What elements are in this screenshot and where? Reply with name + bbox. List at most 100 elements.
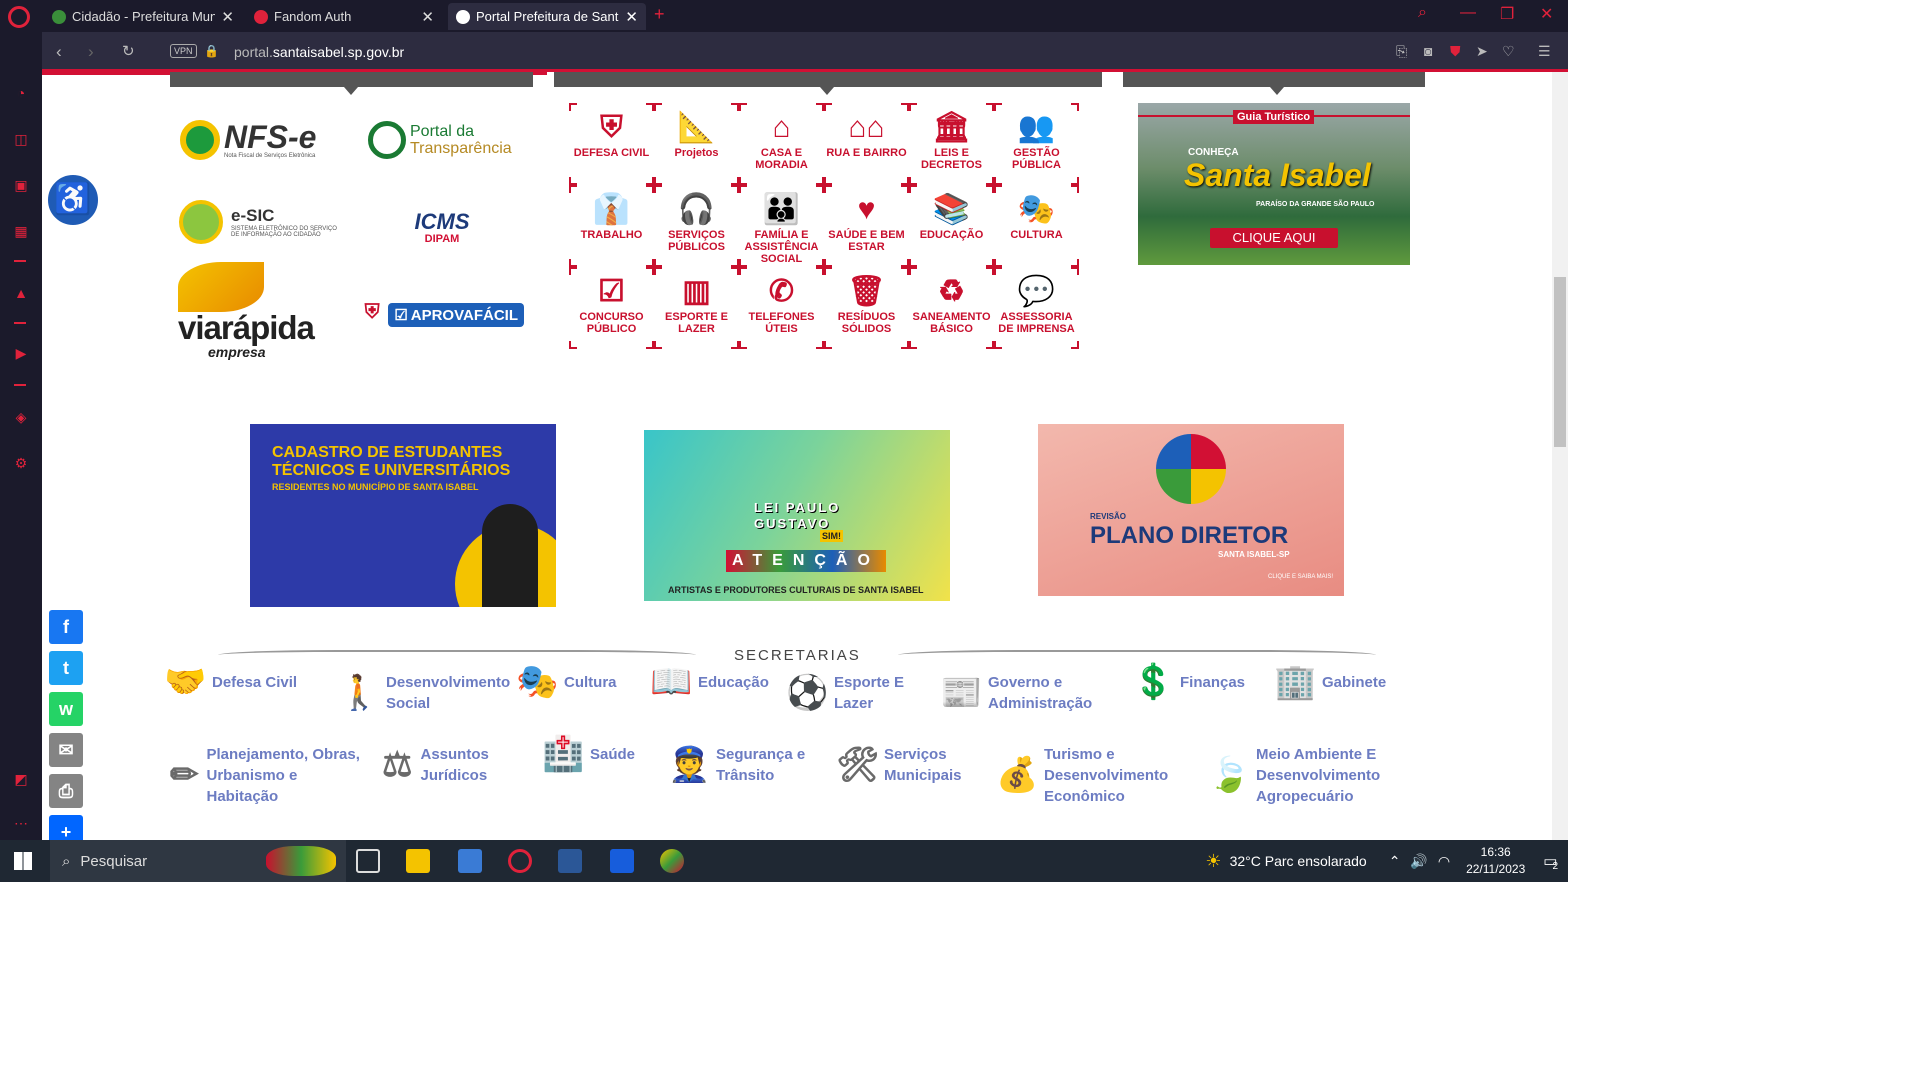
send-icon[interactable]: ➤ (1476, 43, 1488, 60)
chip-icon[interactable]: ▦ (12, 222, 30, 240)
adblock-shield-icon[interactable]: ⛊ (1450, 43, 1461, 60)
bag-icon[interactable]: ◫ (12, 130, 30, 148)
secretaria-item[interactable]: 👮 Segurança e Trânsito (668, 744, 818, 786)
back-icon[interactable]: ‹ (56, 42, 62, 62)
secretaria-item[interactable]: 📰 Governo e Administração (940, 672, 1120, 714)
vpn-badge[interactable]: VPN (170, 44, 197, 58)
secretaria-item[interactable]: 💰 Turismo e Desenvolvimento Econômico (996, 744, 1196, 807)
clock[interactable]: 16:36 22/11/2023 (1466, 844, 1525, 878)
close-window-icon[interactable]: ✕ (1540, 4, 1553, 24)
tiktok-icon[interactable]: ▲ (12, 284, 30, 302)
url-field[interactable]: portal.santaisabel.sp.gov.br (234, 44, 404, 60)
aprova-facil-logo[interactable]: ⛨ ☑ APROVAFÁCIL (362, 300, 524, 330)
more-icon[interactable]: ⋯ (12, 814, 30, 832)
word-icon[interactable] (558, 849, 582, 873)
twitch-icon[interactable]: ▣ (12, 176, 30, 194)
forward-icon[interactable]: › (88, 42, 94, 62)
control-panel-icon[interactable] (458, 849, 482, 873)
opera-logo-icon[interactable] (8, 6, 30, 28)
snapshot-icon[interactable]: ⎘ (1396, 43, 1407, 60)
secretaria-item[interactable]: 🤝 Defesa Civil (164, 663, 304, 701)
service-tile[interactable]: 🏛 LEIS E DECRETOS (909, 103, 994, 185)
easy-setup-icon[interactable]: ☰ (1538, 43, 1551, 60)
tab-fandom-auth[interactable]: Fandom Auth ✕ (246, 3, 442, 30)
service-tile[interactable]: ⌂⌂ RUA E BAIRRO (824, 103, 909, 185)
speaker-icon[interactable]: 🔊 (1410, 853, 1427, 870)
secretaria-item[interactable]: 🚶 Desenvolvimento Social (338, 672, 510, 714)
cube-icon[interactable]: ◈ (12, 408, 30, 426)
search-tabs-icon[interactable]: ⌕ (1418, 4, 1427, 22)
secretaria-item[interactable]: ⚖ Assuntos Jurídicos (382, 744, 522, 786)
secretaria-item[interactable]: ⚽ Esporte E Lazer (786, 672, 926, 714)
weather-text[interactable]: 32°C Parc ensolarado (1230, 853, 1367, 869)
service-tile[interactable]: 👥 GESTÃO PÚBLICA (994, 103, 1079, 185)
service-tile[interactable]: ⌂ CASA E MORADIA (739, 103, 824, 185)
twitter-share-icon[interactable]: t (49, 651, 83, 685)
page-scrollbar[interactable] (1552, 72, 1568, 840)
settings-icon[interactable]: ⚙ (12, 454, 30, 472)
print-share-icon[interactable]: ⎙ (49, 774, 83, 808)
tourism-banner[interactable]: Guia Turístico CONHEÇA Santa Isabel PARA… (1138, 103, 1410, 265)
service-tile[interactable]: 🎧 SERVIÇOS PÚBLICOS (654, 185, 739, 267)
task-view-icon[interactable] (356, 849, 380, 873)
accessibility-icon[interactable]: ♿ (46, 173, 100, 227)
lei-paulo-gustavo-banner[interactable]: LEI PAULO GUSTAVO SIM! ATENÇÃO ARTISTAS … (644, 430, 950, 601)
secretaria-item[interactable]: 🏢 Gabinete (1274, 665, 1404, 699)
file-explorer-icon[interactable] (406, 849, 430, 873)
service-tile[interactable]: ☑ CONCURSO PÚBLICO (569, 267, 654, 349)
minimize-icon[interactable]: — (1460, 4, 1476, 22)
tab-cidadao[interactable]: Cidadão - Prefeitura Munic ✕ (44, 3, 242, 30)
heart-icon[interactable]: ♡ (1502, 43, 1515, 60)
handshake-icon: 🤝 (164, 663, 207, 701)
secretaria-item[interactable]: 💲 Finanças (1132, 665, 1272, 699)
paint-icon[interactable] (660, 849, 684, 873)
new-tab-button[interactable]: + (654, 4, 665, 25)
service-tile[interactable]: ♻ SANEAMENTO BÁSICO (909, 267, 994, 349)
service-tile[interactable]: 👔 TRABALHO (569, 185, 654, 267)
wifi-icon[interactable]: ◠ (1438, 853, 1450, 870)
tab-close-icon[interactable]: ✕ (421, 8, 434, 26)
viarapida-logo[interactable]: viarápida empresa (178, 262, 338, 366)
students-banner[interactable]: CADASTRO DE ESTUDANTES TÉCNICOS E UNIVER… (250, 424, 556, 607)
windows-start-icon[interactable] (14, 852, 32, 870)
secretaria-item[interactable]: 📖 Educação (650, 665, 780, 699)
whatsapp-share-icon[interactable]: w (49, 692, 83, 726)
tab-portal-santa-isabel[interactable]: Portal Prefeitura de Santa I ✕ (448, 3, 646, 30)
service-tile[interactable]: ▥ ESPORTE E LAZER (654, 267, 739, 349)
scrollbar-thumb[interactable] (1554, 277, 1566, 447)
service-tile[interactable]: 📚 EDUCAÇÃO (909, 185, 994, 267)
maximize-icon[interactable]: ❐ (1500, 4, 1514, 24)
service-tile[interactable]: ♥ SAÚDE E BEM ESTAR (824, 185, 909, 267)
bitwarden-icon[interactable] (610, 849, 634, 873)
lock-icon[interactable]: 🔒 (204, 44, 219, 58)
service-tile[interactable]: 👪 FAMÍLIA E ASSISTÊNCIA SOCIAL (739, 185, 824, 267)
gx-corner-icon[interactable]: ◩ (12, 770, 30, 788)
service-tile[interactable]: ✆ TELEFONES ÚTEIS (739, 267, 824, 349)
opera-gx-taskbar-icon[interactable] (508, 849, 532, 873)
plano-diretor-banner[interactable]: REVISÃO PLANO DIRETOR SANTA ISABEL-SP CL… (1038, 424, 1344, 596)
tourism-cta-button[interactable]: CLIQUE AQUI (1210, 228, 1338, 248)
service-tile[interactable]: 🗑 RESÍDUOS SÓLIDOS (824, 267, 909, 349)
portal-transparencia-logo[interactable]: Portal da Transparência (368, 116, 528, 164)
secretaria-item[interactable]: 🍃 Meio Ambiente E Desenvolvimento Agropec… (1208, 744, 1428, 807)
speed-dial-icon[interactable]: ◔ (12, 84, 30, 102)
reload-icon[interactable]: ↻ (122, 42, 135, 60)
secretaria-item[interactable]: 🏥 Saúde (542, 737, 652, 771)
tab-close-icon[interactable]: ✕ (221, 8, 234, 26)
facebook-share-icon[interactable]: f (49, 610, 83, 644)
email-share-icon[interactable]: ✉ (49, 733, 83, 767)
service-tile[interactable]: ⛨ DEFESA CIVIL (569, 103, 654, 185)
chevron-up-icon[interactable]: ⌃ (1389, 853, 1401, 870)
service-tile[interactable]: 📐 Projetos (654, 103, 739, 185)
nfse-logo[interactable]: NFS-e Nota Fiscal de Serviços Eletrônica (180, 116, 340, 164)
secretaria-item[interactable]: 🎭 Cultura (516, 665, 646, 699)
esic-logo[interactable]: e-SIC SISTEMA ELETRÔNICO DO SERVIÇO DE I… (179, 198, 349, 246)
service-tile[interactable]: 💬 ASSESSORIA DE IMPRENSA (994, 267, 1079, 349)
player-icon[interactable]: ▶ (12, 344, 30, 362)
secretaria-item[interactable]: ✏ Planejamento, Obras, Urbanismo e Habita… (170, 744, 370, 807)
camera-icon[interactable]: ◙ (1424, 43, 1432, 59)
secretaria-item[interactable]: 🛠 Serviços Municipais (836, 744, 996, 786)
tab-close-icon[interactable]: ✕ (625, 8, 638, 26)
icms-dipam-logo[interactable]: ICMS DIPAM (398, 206, 486, 250)
service-tile[interactable]: 🎭 CULTURA (994, 185, 1079, 267)
